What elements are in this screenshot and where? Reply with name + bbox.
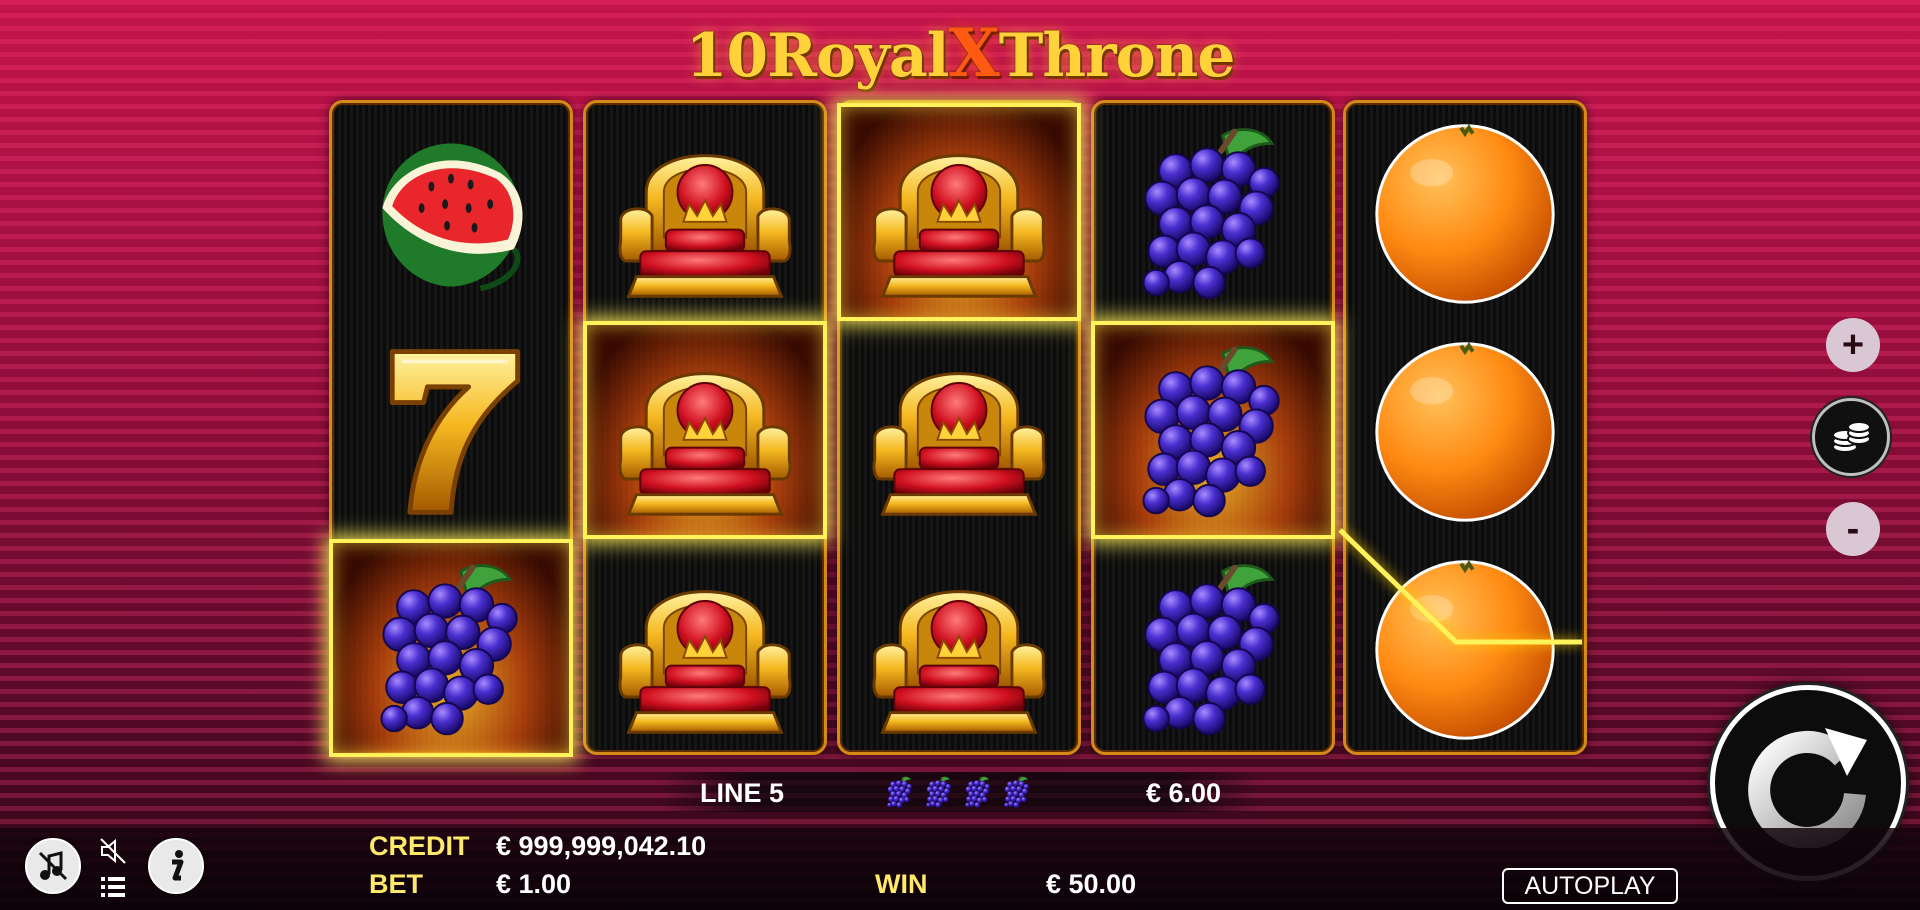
orange-icon xyxy=(1367,332,1563,528)
grapes-icon xyxy=(882,774,918,810)
music-off-icon xyxy=(38,851,68,881)
title-word-royal: Royal xyxy=(767,21,949,91)
title-word-throne: Throne xyxy=(998,21,1236,91)
reel-3 xyxy=(837,100,1081,755)
symbol-cell xyxy=(1091,539,1335,757)
reel-4 xyxy=(1091,100,1335,755)
symbol-cell xyxy=(329,321,573,539)
orange-icon xyxy=(1367,114,1563,310)
reel-1 xyxy=(329,100,573,757)
symbol-cell xyxy=(837,321,1081,539)
line-label: LINE 5 xyxy=(700,778,785,808)
symbol-cell-winning xyxy=(1091,321,1335,539)
symbol-cell-winning xyxy=(329,539,573,757)
menu-list-icon[interactable] xyxy=(98,872,128,902)
grapes-icon xyxy=(1115,550,1311,746)
grapes-icon xyxy=(353,550,549,746)
music-toggle-button[interactable] xyxy=(25,838,81,894)
win-label: WIN xyxy=(875,869,928,899)
symbol-cell-winning xyxy=(837,103,1081,321)
credit-value: € 999,999,042.10 xyxy=(496,831,707,861)
coins-icon xyxy=(1832,421,1871,453)
symbol-cell xyxy=(837,539,1081,757)
throne-icon xyxy=(861,114,1057,310)
line-win-info: LINE 5 € 6.00 xyxy=(660,772,1260,812)
grapes-icon xyxy=(1115,332,1311,528)
throne-icon xyxy=(607,550,803,746)
reel-5 xyxy=(1343,100,1587,755)
symbol-cell xyxy=(1343,103,1587,321)
bet-decrease-button[interactable]: - xyxy=(1826,502,1880,556)
win-value: € 50.00 xyxy=(1046,869,1137,899)
info-button[interactable] xyxy=(148,838,204,894)
bet-increase-button[interactable]: + xyxy=(1826,318,1880,372)
grapes-icon xyxy=(960,774,996,810)
reel-2 xyxy=(583,100,827,755)
symbol-cell xyxy=(583,103,827,321)
plus-icon: + xyxy=(1841,324,1865,366)
credit-label: CREDIT xyxy=(369,831,470,861)
grapes-icon xyxy=(1115,114,1311,310)
throne-icon xyxy=(607,114,803,310)
symbol-cell-winning xyxy=(583,321,827,539)
grapes-icon xyxy=(999,774,1035,810)
bet-label: BET xyxy=(369,869,423,899)
bet-settings-button[interactable] xyxy=(1812,398,1890,476)
bet-value: € 1.00 xyxy=(496,869,572,899)
sound-off-icon[interactable] xyxy=(98,836,128,866)
symbol-cell xyxy=(329,103,573,321)
autoplay-button[interactable]: AUTOPLAY xyxy=(1502,868,1678,904)
info-icon xyxy=(172,850,184,881)
title-x: X xyxy=(948,14,1000,92)
line-symbols xyxy=(882,774,1035,810)
symbol-cell xyxy=(1091,103,1335,321)
symbol-cell xyxy=(583,539,827,757)
throne-icon xyxy=(861,550,1057,746)
throne-icon xyxy=(607,332,803,528)
symbol-cell xyxy=(1343,321,1587,539)
game-title: 10RoyalXThrone xyxy=(0,14,1920,92)
line-amount: € 6.00 xyxy=(1146,778,1222,808)
throne-icon xyxy=(861,332,1057,528)
symbol-cell xyxy=(1343,539,1587,757)
grapes-icon xyxy=(921,774,957,810)
seven-icon xyxy=(353,332,549,528)
minus-icon: - xyxy=(1846,508,1860,550)
watermelon-icon xyxy=(353,114,549,310)
orange-icon xyxy=(1367,550,1563,746)
title-number: 10 xyxy=(685,21,768,91)
